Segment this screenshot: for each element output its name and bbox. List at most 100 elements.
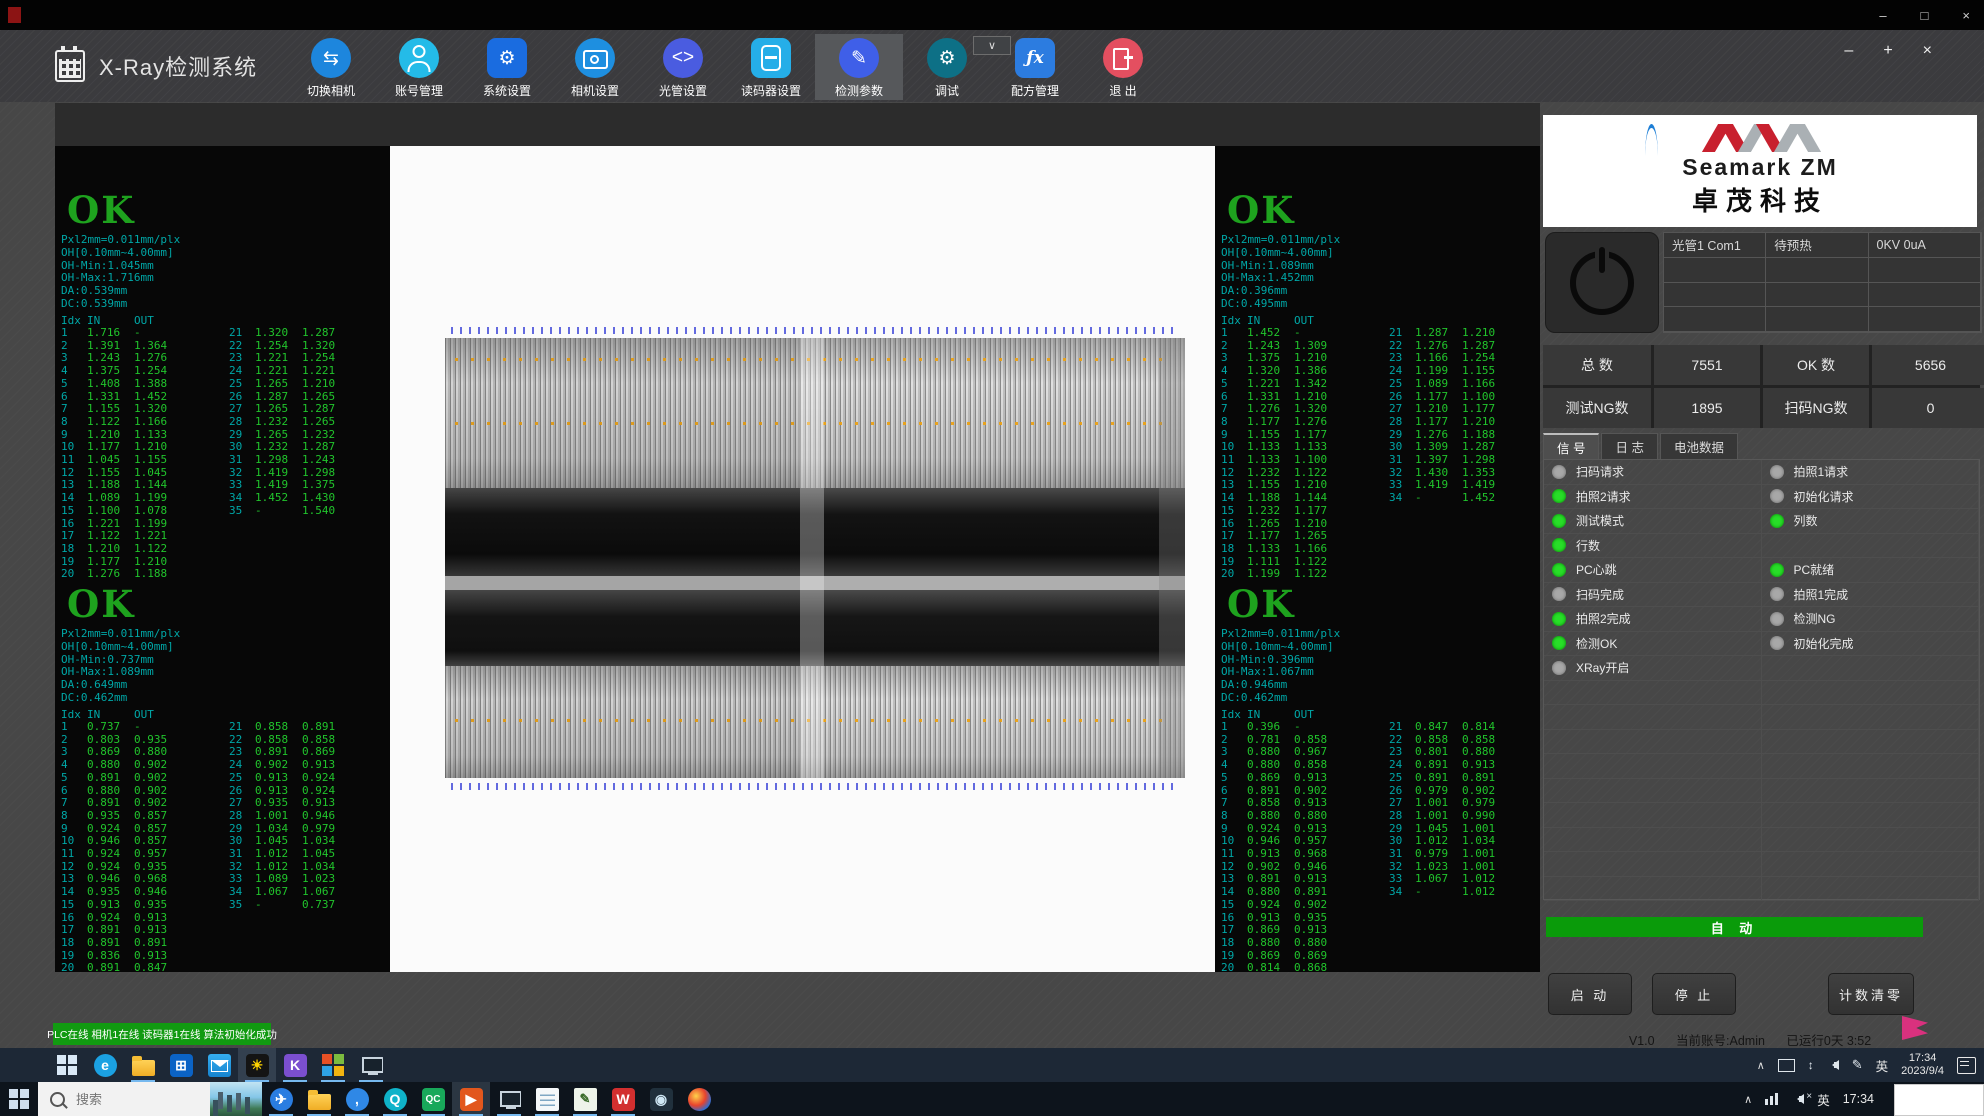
row-index: 5	[61, 772, 87, 785]
tray-chevron-icon[interactable]: ∧	[1757, 1059, 1765, 1072]
updown-icon[interactable]: ↕	[1808, 1058, 1814, 1072]
switch-camera-icon: ⇆	[311, 38, 351, 78]
row-out-value: 0.891	[134, 937, 181, 950]
language-indicator-2[interactable]: 英	[1817, 1090, 1830, 1109]
row-in-value: 1.221	[1247, 378, 1294, 391]
row-index: 25	[229, 378, 255, 391]
signal-cell: 检测OK	[1544, 632, 1762, 657]
annotation-ticks-top	[451, 327, 1179, 334]
start-button[interactable]: 启 动	[1548, 973, 1632, 1015]
weather-widget[interactable]	[210, 1082, 262, 1116]
toolbar-item-tube[interactable]: <>光管设置	[639, 34, 727, 100]
row-in-value: -	[1415, 886, 1462, 899]
app-title: X-Ray检测系统	[99, 50, 257, 82]
xray-power-button[interactable]	[1545, 232, 1659, 333]
app-close-button[interactable]: ×	[1923, 42, 1932, 60]
taskbar-app-eye-viewer[interactable]: ◉	[642, 1082, 680, 1116]
row-out-value: 0.946	[302, 810, 349, 823]
led-indicator	[1770, 636, 1784, 650]
measure-panel-right: OKPxl2mm=0.011mm/plx OH[0.10mm~4.00mm] O…	[1215, 146, 1540, 972]
signal-cell: 初始化完成	[1762, 632, 1980, 657]
row-in-value: 1.199	[1247, 568, 1294, 581]
tube-empty-cell	[1664, 307, 1766, 332]
os-minimize-button[interactable]: –	[1879, 8, 1886, 23]
row-in-value: 1.045	[87, 454, 134, 467]
toolbar-item-params[interactable]: ✎检测参数	[815, 34, 903, 100]
toolbar-item-exit[interactable]: 退 出	[1079, 34, 1167, 100]
row-in-value: 0.913	[1247, 848, 1294, 861]
clear-count-button[interactable]: 计数清零	[1828, 973, 1914, 1015]
search-input[interactable]	[74, 1091, 188, 1108]
taskbar-app-file-explorer-2[interactable]	[300, 1082, 338, 1116]
toolbar-item-account[interactable]: 账号管理	[375, 34, 463, 100]
taskbar-app-globe-app[interactable]	[680, 1082, 718, 1116]
taskbar-app-notes-editor[interactable]: ✎	[566, 1082, 604, 1116]
code-brackets-icon: <>	[663, 38, 703, 78]
measure-row: 200.8140.868	[1221, 962, 1341, 972]
taskbar-app-baidu-netdisk[interactable]: ,	[338, 1082, 376, 1116]
taskbar-app-zm-viewer[interactable]: ▶	[452, 1082, 490, 1116]
tab-日志[interactable]: 日 志	[1601, 433, 1657, 459]
measure-row: 10.396-	[1221, 721, 1341, 734]
tube-status-table: 光管1 Com1待预热0KV 0uA	[1663, 232, 1982, 333]
volume-muted-icon[interactable]	[1792, 1094, 1804, 1104]
toolbar-item-switch-camera[interactable]: ⇆切换相机	[287, 34, 375, 100]
os-close-button[interactable]: ×	[1962, 8, 1970, 23]
row-index: 24	[1389, 759, 1415, 772]
measure-row: 180.8800.880	[1221, 937, 1341, 950]
taskbar-search[interactable]	[38, 1082, 210, 1116]
taskbar-app-wps-office[interactable]: W	[604, 1082, 642, 1116]
measure-row: 210.8470.814	[1389, 721, 1509, 734]
taskbar-app-qc-tool[interactable]: QC	[414, 1082, 452, 1116]
language-indicator[interactable]: 英	[1876, 1056, 1889, 1075]
app-minimize-button[interactable]: –	[1844, 42, 1853, 60]
pen-icon[interactable]: ✎	[1852, 1057, 1863, 1073]
toolbar-item-system[interactable]: ⚙系统设置	[463, 34, 551, 100]
led-indicator	[1770, 587, 1784, 601]
volume-icon[interactable]	[1827, 1060, 1839, 1070]
toolbar-item-camera[interactable]: 相机设置	[551, 34, 639, 100]
taskbar-app-notepad[interactable]	[528, 1082, 566, 1116]
clock-2[interactable]: 17:34	[1843, 1092, 1874, 1106]
start-button-lower[interactable]	[0, 1082, 38, 1116]
taskbar-app-q-tool[interactable]: Q	[376, 1082, 414, 1116]
tube-status-cell: 光管1 Com1	[1664, 233, 1766, 258]
toolbar-expand-button[interactable]: ∨	[973, 36, 1011, 55]
taskbar-app-xray-system-app[interactable]: ☀	[238, 1048, 276, 1082]
taskbar-app-system-monitor-app[interactable]	[352, 1048, 390, 1082]
taskbar-app-edge-browser[interactable]: e	[86, 1048, 124, 1082]
row-in-value: 1.452	[255, 492, 302, 505]
signal-cell: PC就绪	[1762, 558, 1980, 583]
taskbar-app-microsoft-store[interactable]: ⊞	[162, 1048, 200, 1082]
taskbar-app-perf-monitor[interactable]	[490, 1082, 528, 1116]
taskbar-app-file-explorer[interactable]	[124, 1048, 162, 1082]
row-index: 8	[61, 416, 87, 429]
row-index: 5	[1221, 772, 1247, 785]
display-icon[interactable]	[1778, 1059, 1795, 1072]
measure-row: 281.0010.990	[1389, 810, 1509, 823]
toolbar-item-reader[interactable]: 读码器设置	[727, 34, 815, 100]
stop-button[interactable]: 停 止	[1652, 973, 1736, 1015]
row-in-value: 1.320	[1247, 365, 1294, 378]
tray-chevron-icon-2[interactable]: ∧	[1744, 1093, 1752, 1106]
measure-table-header: IdxINOUT	[1221, 314, 1341, 327]
clock[interactable]: 17:34 2023/9/4	[1901, 1052, 1944, 1078]
network-icon[interactable]	[1765, 1093, 1779, 1105]
taskbar-app-kingview-app[interactable]: K	[276, 1048, 314, 1082]
toolbar-item-label: 账号管理	[395, 82, 443, 99]
taskbar-app-start[interactable]	[48, 1048, 86, 1082]
action-center-icon[interactable]	[1957, 1057, 1976, 1074]
tab-信号[interactable]: 信 号	[1543, 433, 1599, 459]
taskbar-app-tiles-app[interactable]	[314, 1048, 352, 1082]
app-maximize-button[interactable]: +	[1883, 42, 1892, 60]
taskbar-app-todesk[interactable]: ✈	[262, 1082, 300, 1116]
tab-电池数据[interactable]: 电池数据	[1660, 433, 1738, 459]
led-indicator	[1552, 563, 1566, 577]
row-in-value: -	[1415, 492, 1462, 505]
row-index: 21	[229, 721, 255, 734]
os-maximize-button[interactable]: □	[1921, 8, 1929, 23]
measure-column-1: 11.452-21.2431.30931.3751.21041.3201.386…	[1221, 327, 1341, 581]
measure-table-header: IdxINOUT	[1221, 708, 1341, 721]
taskbar-app-mail-app[interactable]	[200, 1048, 238, 1082]
result-label: OK	[67, 582, 135, 626]
